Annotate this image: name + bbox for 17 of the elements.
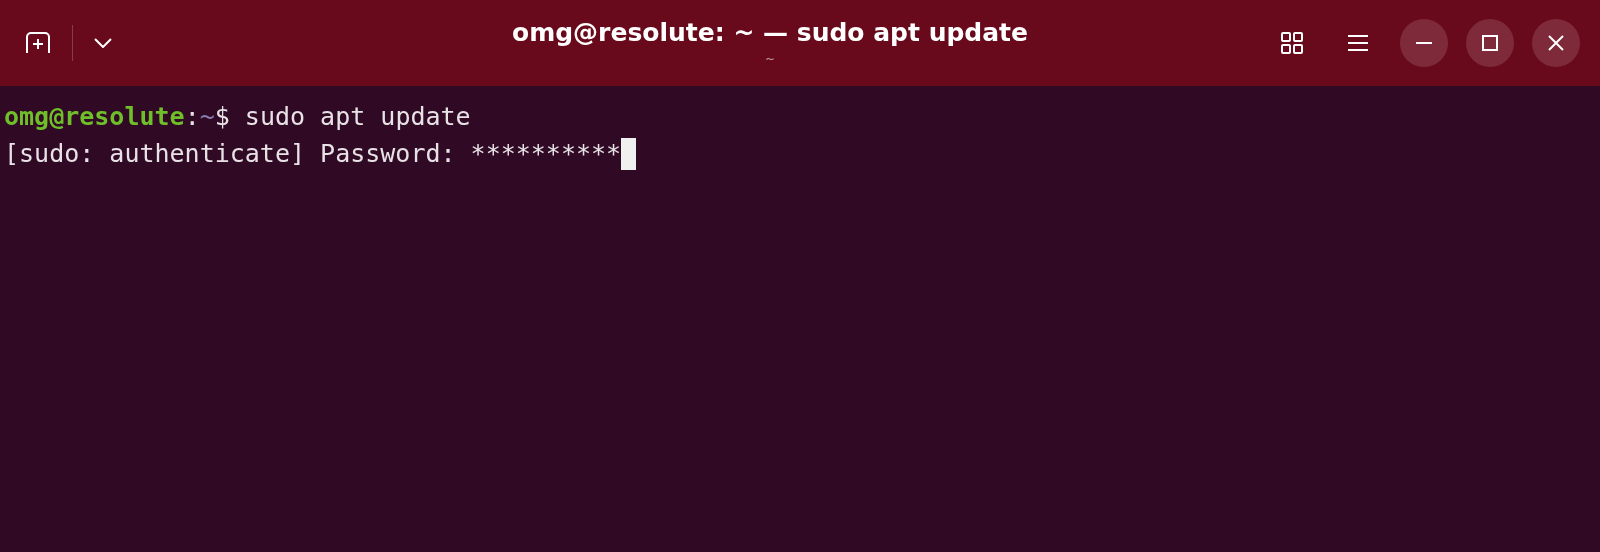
prompt-symbol: $	[214, 101, 230, 133]
maximize-icon	[1481, 34, 1499, 52]
command-text: sudo apt update	[243, 101, 471, 133]
close-button[interactable]	[1532, 19, 1580, 67]
grid-icon	[1280, 31, 1304, 55]
prompt-path: ~	[199, 101, 215, 133]
chevron-down-icon	[94, 38, 112, 48]
minimize-icon	[1415, 41, 1433, 45]
close-icon	[1547, 34, 1565, 52]
window-title: omg@resolute: ~ — sudo apt update	[512, 17, 1028, 49]
window-subtitle: ~	[764, 51, 776, 68]
output-line: [sudo: authenticate] Password: **********	[4, 138, 622, 170]
maximize-button[interactable]	[1466, 19, 1514, 67]
prompt-separator: :	[184, 101, 200, 133]
menu-icon	[1347, 34, 1369, 52]
new-tab-icon	[25, 31, 51, 55]
prompt-user-host: omg@resolute	[4, 101, 185, 133]
